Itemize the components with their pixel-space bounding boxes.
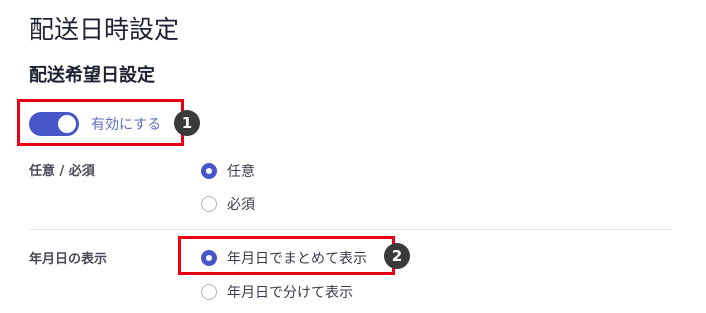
step-badge-2: 2 [384,243,410,269]
date-display-label: 年月日の表示 [29,252,108,267]
radio-optional[interactable]: 任意 [201,161,255,181]
radio-optional-label: 任意 [227,164,255,180]
radio-selected-icon[interactable] [201,163,217,179]
radio-unselected-icon[interactable] [201,196,217,212]
step-badge-1: 1 [174,110,200,136]
required-setting-label: 任意 / 必須 [29,164,95,179]
highlight-box-1 [17,99,184,146]
page-title: 配送日時設定 [29,15,180,44]
divider [29,229,672,230]
radio-unselected-icon[interactable] [201,284,217,300]
radio-required[interactable]: 必須 [201,194,255,214]
section-title: 配送希望日設定 [29,65,155,86]
radio-separate-display[interactable]: 年月日で分けて表示 [201,282,353,302]
highlight-box-2 [178,236,395,275]
radio-separate-display-label: 年月日で分けて表示 [227,285,353,301]
radio-required-label: 必須 [227,197,255,213]
